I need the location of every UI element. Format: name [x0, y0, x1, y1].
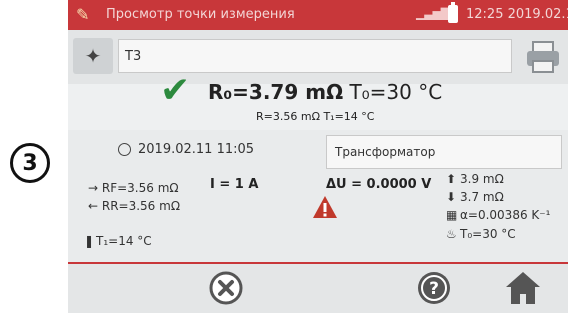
lower-limit: 3.7 mΩ [460, 190, 504, 204]
main-resistance: R₀=3.79 mΩ [208, 80, 344, 104]
electrode-icon: ✎ [76, 5, 90, 24]
lower-limit-icon: ⬇ [446, 190, 457, 204]
status-bar: ✎ Просмотр точки измерения ▁▃▅▇ 12:25 20… [68, 0, 568, 30]
alpha-value: α=0.00386 K⁻¹ [460, 208, 551, 222]
object-name: Трансформатор [335, 145, 436, 159]
probe-icon[interactable]: ✦ [73, 38, 113, 74]
footer-toolbar: ? [68, 264, 568, 313]
status-time: 12:25 2019.02.11 [466, 7, 568, 22]
point-name: T3 [125, 49, 142, 64]
t1-value: T₁=14 °C [96, 234, 152, 248]
home-icon[interactable] [504, 270, 542, 306]
thermometer-icon: ♨ [446, 227, 457, 241]
object-field[interactable]: Трансформатор [326, 135, 562, 169]
step-number: 3 [22, 150, 38, 176]
clock-icon [118, 143, 131, 156]
step-callout: 3 [10, 143, 50, 183]
checkmark-icon: ✔ [160, 70, 191, 111]
rr-value: ← RR=3.56 mΩ [88, 199, 180, 213]
point-name-field[interactable]: T3 [118, 39, 512, 73]
measurement-datetime: 2019.02.11 11:05 [138, 142, 255, 157]
device-screen: ✎ Просмотр точки измерения ▁▃▅▇ 12:25 20… [68, 0, 568, 313]
main-result: R₀=3.79 mΩ T₀=30 °C [208, 80, 442, 104]
voltage-value: ΔU = 0.0000 V [326, 177, 432, 192]
main-temperature: T₀=30 °C [349, 80, 443, 104]
calculator-icon: ▦ [446, 208, 458, 222]
measured-result: R=3.56 mΩ T₁=14 °C [256, 110, 375, 123]
signal-icon: ▁▃▅▇ [416, 6, 450, 20]
window-title: Просмотр точки измерения [106, 7, 295, 22]
temperature-probe-icon: ❚ [84, 234, 95, 248]
header: ✦ T3 [68, 30, 568, 84]
cancel-icon[interactable] [208, 270, 244, 306]
current-value: I = 1 A [210, 177, 259, 192]
warning-triangle-icon [312, 194, 338, 220]
upper-limit-icon: ⬆ [446, 172, 457, 186]
datetime-row: 2019.02.11 11:05 [92, 142, 322, 162]
printer-icon[interactable] [524, 40, 562, 74]
upper-limit: 3.9 mΩ [460, 172, 504, 186]
help-icon[interactable]: ? [416, 270, 452, 306]
rf-value: → RF=3.56 mΩ [88, 181, 179, 195]
t0-value: T₀=30 °C [460, 227, 516, 241]
battery-icon [448, 2, 458, 23]
svg-text:?: ? [429, 279, 439, 299]
